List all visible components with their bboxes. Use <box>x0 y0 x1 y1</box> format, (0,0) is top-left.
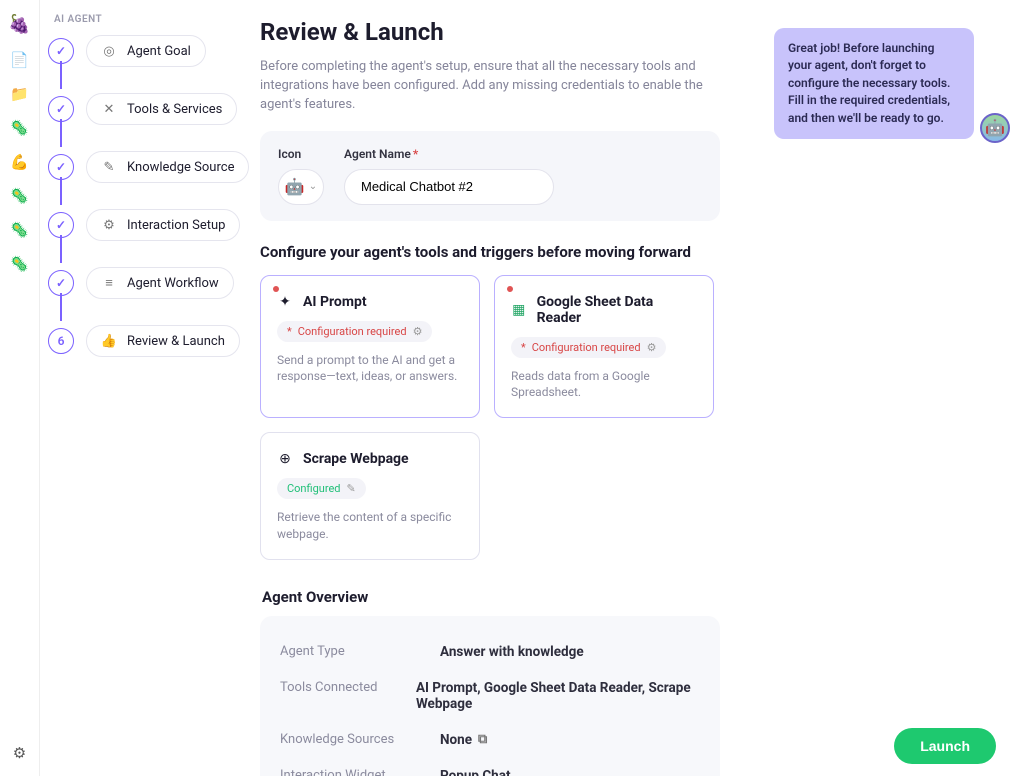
tool-desc: Send a prompt to the AI and get a respon… <box>277 352 463 386</box>
step-knowledge-source[interactable]: ✓ ✎ Knowledge Source <box>48 151 256 183</box>
overview-key: Knowledge Sources <box>280 732 440 748</box>
step-review-launch[interactable]: 6 👍 Review & Launch <box>48 325 256 357</box>
rail-item-7-icon[interactable]: 🦠 <box>11 255 29 273</box>
tool-desc: Reads data from a Google Spreadsheet. <box>511 368 697 402</box>
main-content: Review & Launch Before completing the ag… <box>260 0 1024 776</box>
rail-item-6-icon[interactable]: 🦠 <box>11 221 29 239</box>
gear-icon: ⚙ <box>647 341 657 354</box>
thumbs-up-icon: 👍 <box>101 333 117 349</box>
step-interaction-setup[interactable]: ✓ ⚙ Interaction Setup <box>48 209 256 241</box>
status-badge-config-required: Configuration required⚙ <box>511 337 666 358</box>
rail-settings-icon[interactable]: ⚙ <box>11 744 29 762</box>
step-tools-services[interactable]: ✓ ✕ Tools & Services <box>48 93 256 125</box>
overview-key: Agent Type <box>280 644 440 660</box>
tool-title: Google Sheet Data Reader <box>537 294 697 326</box>
rail-folder-icon[interactable]: 📁 <box>11 85 29 103</box>
step-label: Agent Workflow <box>127 276 219 291</box>
tool-title: AI Prompt <box>303 294 367 310</box>
status-badge-configured: Configured✎ <box>277 478 366 499</box>
rail-item-5-icon[interactable]: 🦠 <box>11 187 29 205</box>
assistant-toast-wrap: Great job! Before launching your agent, … <box>774 28 1010 139</box>
book-icon: ✎ <box>101 159 117 175</box>
attention-dot-icon <box>273 286 279 292</box>
agent-name-input[interactable] <box>344 169 554 205</box>
step-check-icon: ✓ <box>48 212 74 238</box>
step-label: Review & Launch <box>127 334 225 349</box>
gear-icon: ⚙ <box>101 217 117 233</box>
step-label: Tools & Services <box>127 102 222 117</box>
step-agent-goal[interactable]: ✓ ◎ Agent Goal <box>48 35 256 67</box>
page-lead: Before completing the agent's setup, ens… <box>260 58 720 115</box>
target-icon: ◎ <box>101 43 117 59</box>
attention-dot-icon <box>507 286 513 292</box>
pencil-icon: ✎ <box>347 482 356 495</box>
overview-heading: Agent Overview <box>262 588 1002 606</box>
agent-icon-preview: 🤖 <box>285 177 305 196</box>
launch-button[interactable]: Launch <box>894 728 996 764</box>
agent-identity-panel: Icon 🤖 ⌄ Agent Name* <box>260 131 720 221</box>
step-check-icon: ✓ <box>48 270 74 296</box>
tool-title: Scrape Webpage <box>303 451 409 467</box>
logo-grape-icon: 🍇 <box>8 14 30 35</box>
spreadsheet-icon: ▦ <box>511 302 527 318</box>
stack-icon: ⧉ <box>478 732 487 747</box>
wizard-stepper: AI AGENT ✓ ◎ Agent Goal ✓ ✕ Tools & Servic… <box>40 0 260 776</box>
agent-name-label: Agent Name* <box>344 147 702 161</box>
agent-icon-selector[interactable]: 🤖 ⌄ <box>278 169 324 205</box>
tools-heading: Configure your agent's tools and trigger… <box>260 243 1002 261</box>
tool-desc: Retrieve the content of a specific webpa… <box>277 509 463 543</box>
rail-item-4-icon[interactable]: 💪 <box>11 153 29 171</box>
globe-icon: ⊕ <box>277 451 293 467</box>
overview-value: AI Prompt, Google Sheet Data Reader, Scr… <box>416 680 700 712</box>
overview-key: Interaction Widget <box>280 768 440 776</box>
tool-card-ai-prompt[interactable]: ✦ AI Prompt Configuration required⚙ Send… <box>260 275 480 419</box>
overview-value: Popup Chat <box>440 768 511 776</box>
chevron-down-icon: ⌄ <box>309 181 317 192</box>
overview-value: None⧉ <box>440 732 487 748</box>
overview-key: Tools Connected <box>280 680 416 712</box>
step-label: Agent Goal <box>127 44 191 59</box>
step-number: 6 <box>48 328 74 354</box>
list-icon: ≡ <box>101 275 117 291</box>
step-label: Interaction Setup <box>127 218 225 233</box>
step-check-icon: ✓ <box>48 38 74 64</box>
rail-doc-icon[interactable]: 📄 <box>11 51 29 69</box>
gear-icon: ⚙ <box>413 325 423 338</box>
step-check-icon: ✓ <box>48 154 74 180</box>
icon-label: Icon <box>278 147 324 161</box>
stepper-section-label: AI AGENT <box>54 14 256 25</box>
rail-item-3-icon[interactable]: 🦠 <box>11 119 29 137</box>
agent-overview-panel: Agent TypeAnswer with knowledge Tools Co… <box>260 616 720 776</box>
step-label: Knowledge Source <box>127 160 234 175</box>
sparkle-icon: ✦ <box>277 294 293 310</box>
assistant-avatar-icon[interactable]: 🤖 <box>980 113 1010 143</box>
status-badge-config-required: Configuration required⚙ <box>277 321 432 342</box>
left-rail: 🍇 📄 📁 🦠 💪 🦠 🦠 🦠 ⚙ <box>0 0 40 776</box>
assistant-toast: Great job! Before launching your agent, … <box>774 28 974 139</box>
step-check-icon: ✓ <box>48 96 74 122</box>
step-agent-workflow[interactable]: ✓ ≡ Agent Workflow <box>48 267 256 299</box>
wrench-icon: ✕ <box>101 101 117 117</box>
tool-card-google-sheet[interactable]: ▦ Google Sheet Data Reader Configuration… <box>494 275 714 419</box>
tool-card-scrape-webpage[interactable]: ⊕ Scrape Webpage Configured✎ Retrieve th… <box>260 432 480 560</box>
overview-value: Answer with knowledge <box>440 644 584 660</box>
